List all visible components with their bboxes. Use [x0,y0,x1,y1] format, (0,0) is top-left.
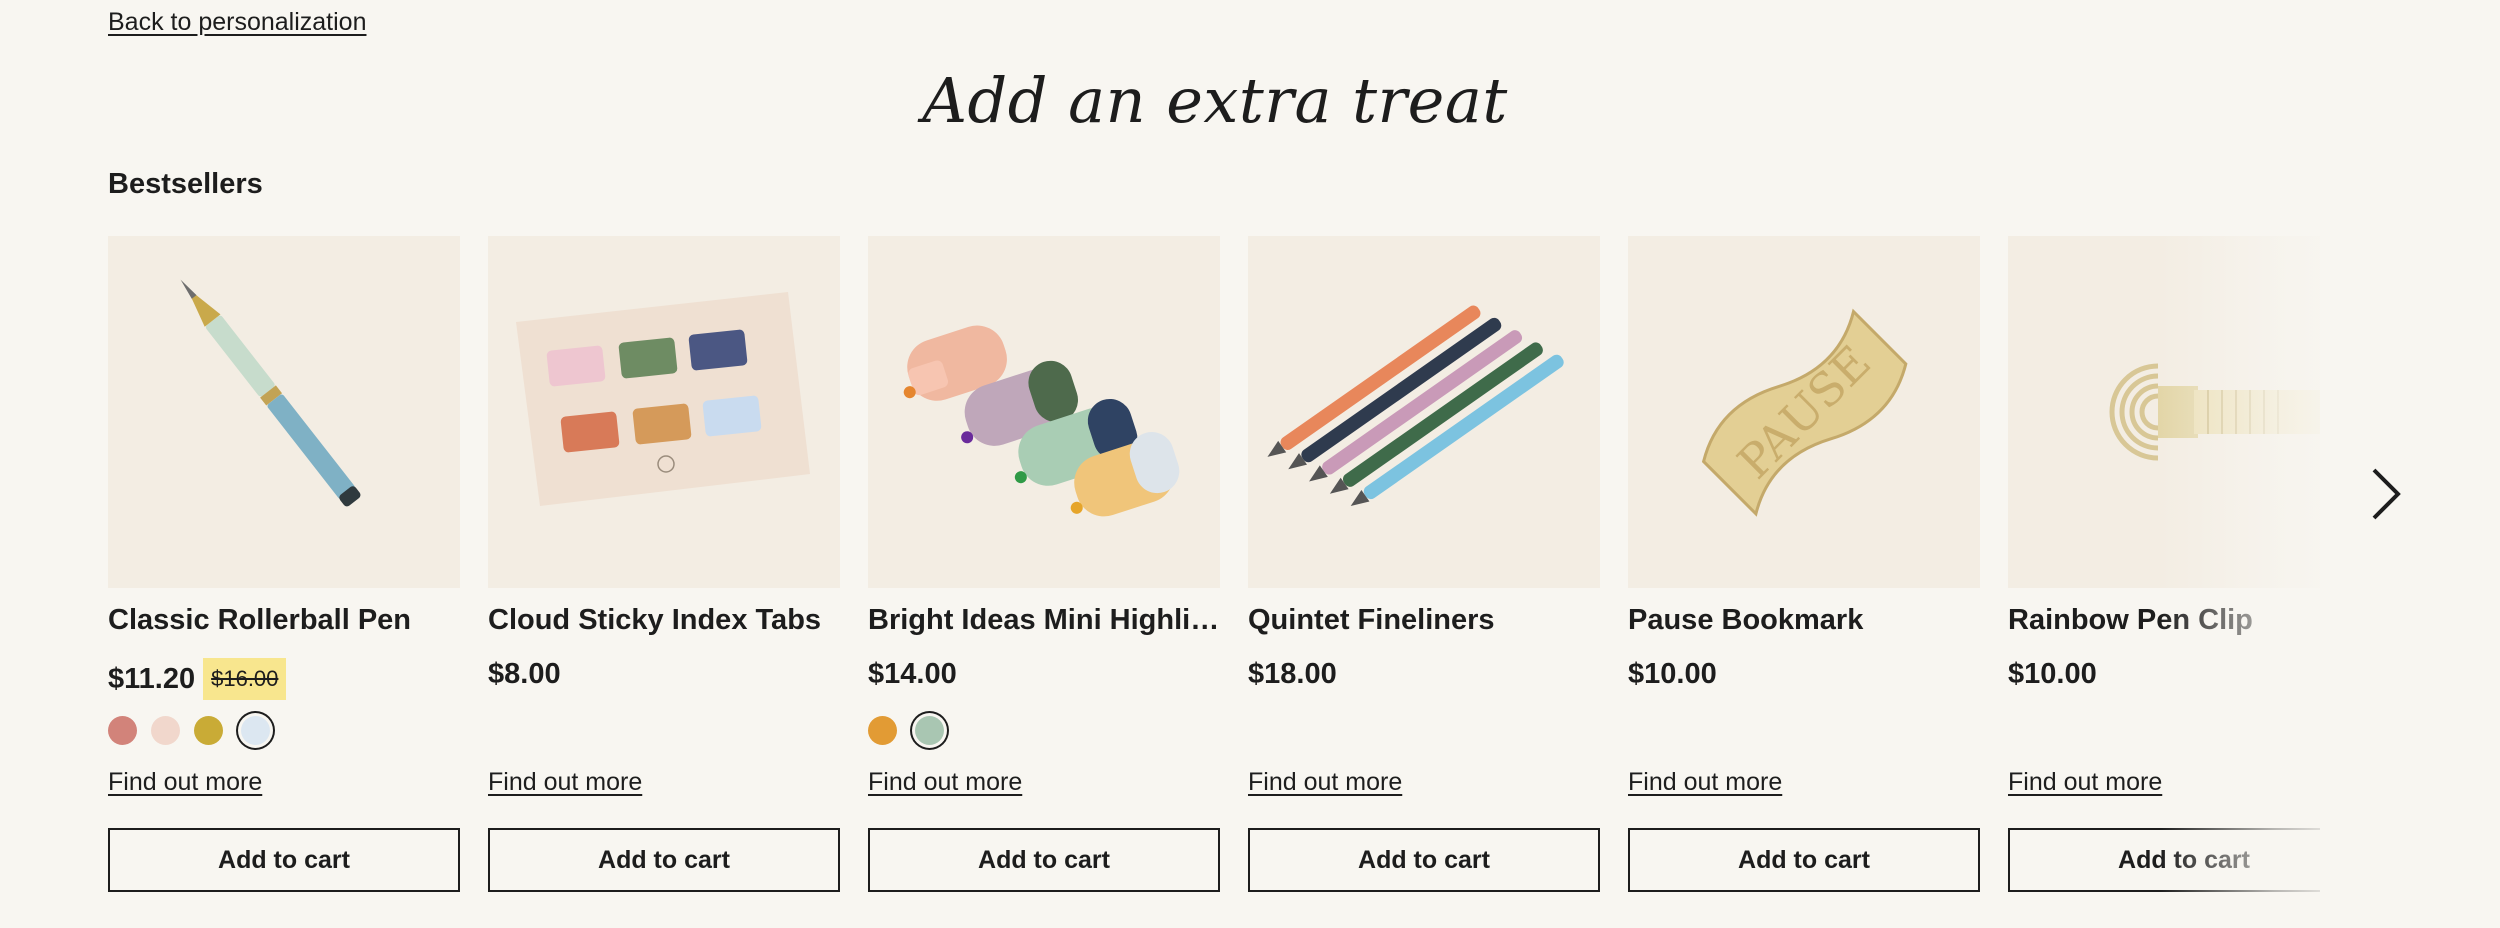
find-out-more-link[interactable]: Find out more [1628,768,1782,797]
find-out-more-link[interactable]: Find out more [868,768,1022,797]
color-swatch-gold[interactable] [194,716,223,745]
add-to-cart-button[interactable]: Add to cart [108,828,460,892]
price: $18.00 [1248,658,1337,690]
original-price: $16.00 [203,658,287,700]
page-title: Add an extra treat [922,64,1508,137]
price: $14.00 [868,658,957,690]
price-row: $18.00 [1248,658,1337,691]
product-name[interactable]: Rainbow Pen Clip [2008,604,2320,637]
add-to-cart-button[interactable]: Add to cart [868,828,1220,892]
price-row: $10.00 [2008,658,2097,691]
color-swatches [868,716,946,745]
price-row: $14.00 [868,658,957,691]
color-swatches [108,716,272,745]
price-row: $8.00 [488,658,561,691]
product-card: Cloud Sticky Index Tabs $8.00 Find out m… [488,236,840,896]
product-card: Rainbow Pen Clip $10.00 Find out more Ad… [2008,236,2320,896]
product-image-rollerball-pen[interactable] [108,236,460,588]
color-swatch-sage[interactable] [915,716,944,745]
price: $10.00 [1628,658,1717,690]
find-out-more-link[interactable]: Find out more [2008,768,2162,797]
find-out-more-link[interactable]: Find out more [108,768,262,797]
color-swatch-blush[interactable] [151,716,180,745]
add-to-cart-button[interactable]: Add to cart [2008,828,2320,892]
price: $10.00 [2008,658,2097,690]
price: $8.00 [488,658,561,690]
color-swatch-blue[interactable] [241,716,270,745]
product-name[interactable]: Classic Rollerball Pen [108,604,460,637]
chevron-right-icon[interactable] [2360,462,2410,526]
product-name[interactable]: Quintet Fineliners [1248,604,1600,637]
add-to-cart-button[interactable]: Add to cart [488,828,840,892]
back-to-personalization-link[interactable]: Back to personalization [108,8,366,37]
product-card: Classic Rollerball Pen $11.20 $16.00 Fin… [108,236,460,896]
product-image-highlighters[interactable] [868,236,1220,588]
product-image-pause-bookmark[interactable]: PAUSE [1628,236,1980,588]
product-image-sticky-tabs[interactable] [488,236,840,588]
price-row: $10.00 [1628,658,1717,691]
product-name[interactable]: Bright Ideas Mini Highlig… [868,604,1220,637]
add-to-cart-button[interactable]: Add to cart [1628,828,1980,892]
product-image-fineliners[interactable] [1248,236,1600,588]
sale-price: $11.20 [108,662,196,695]
product-image-rainbow-pen-clip[interactable] [2008,236,2320,588]
product-carousel: Classic Rollerball Pen $11.20 $16.00 Fin… [108,236,2320,896]
product-name[interactable]: Pause Bookmark [1628,604,1980,637]
section-heading-bestsellers: Bestsellers [108,168,263,200]
find-out-more-link[interactable]: Find out more [1248,768,1402,797]
color-swatch-pink[interactable] [108,716,137,745]
product-name[interactable]: Cloud Sticky Index Tabs [488,604,840,637]
product-card: Bright Ideas Mini Highlig… $14.00 Find o… [868,236,1220,896]
add-to-cart-button[interactable]: Add to cart [1248,828,1600,892]
color-swatch-orange[interactable] [868,716,897,745]
product-card: PAUSE Pause Bookmark $10.00 Find out mor… [1628,236,1980,896]
price-row: $11.20 $16.00 [108,658,287,700]
find-out-more-link[interactable]: Find out more [488,768,642,797]
product-card: Quintet Fineliners $18.00 Find out more … [1248,236,1600,896]
